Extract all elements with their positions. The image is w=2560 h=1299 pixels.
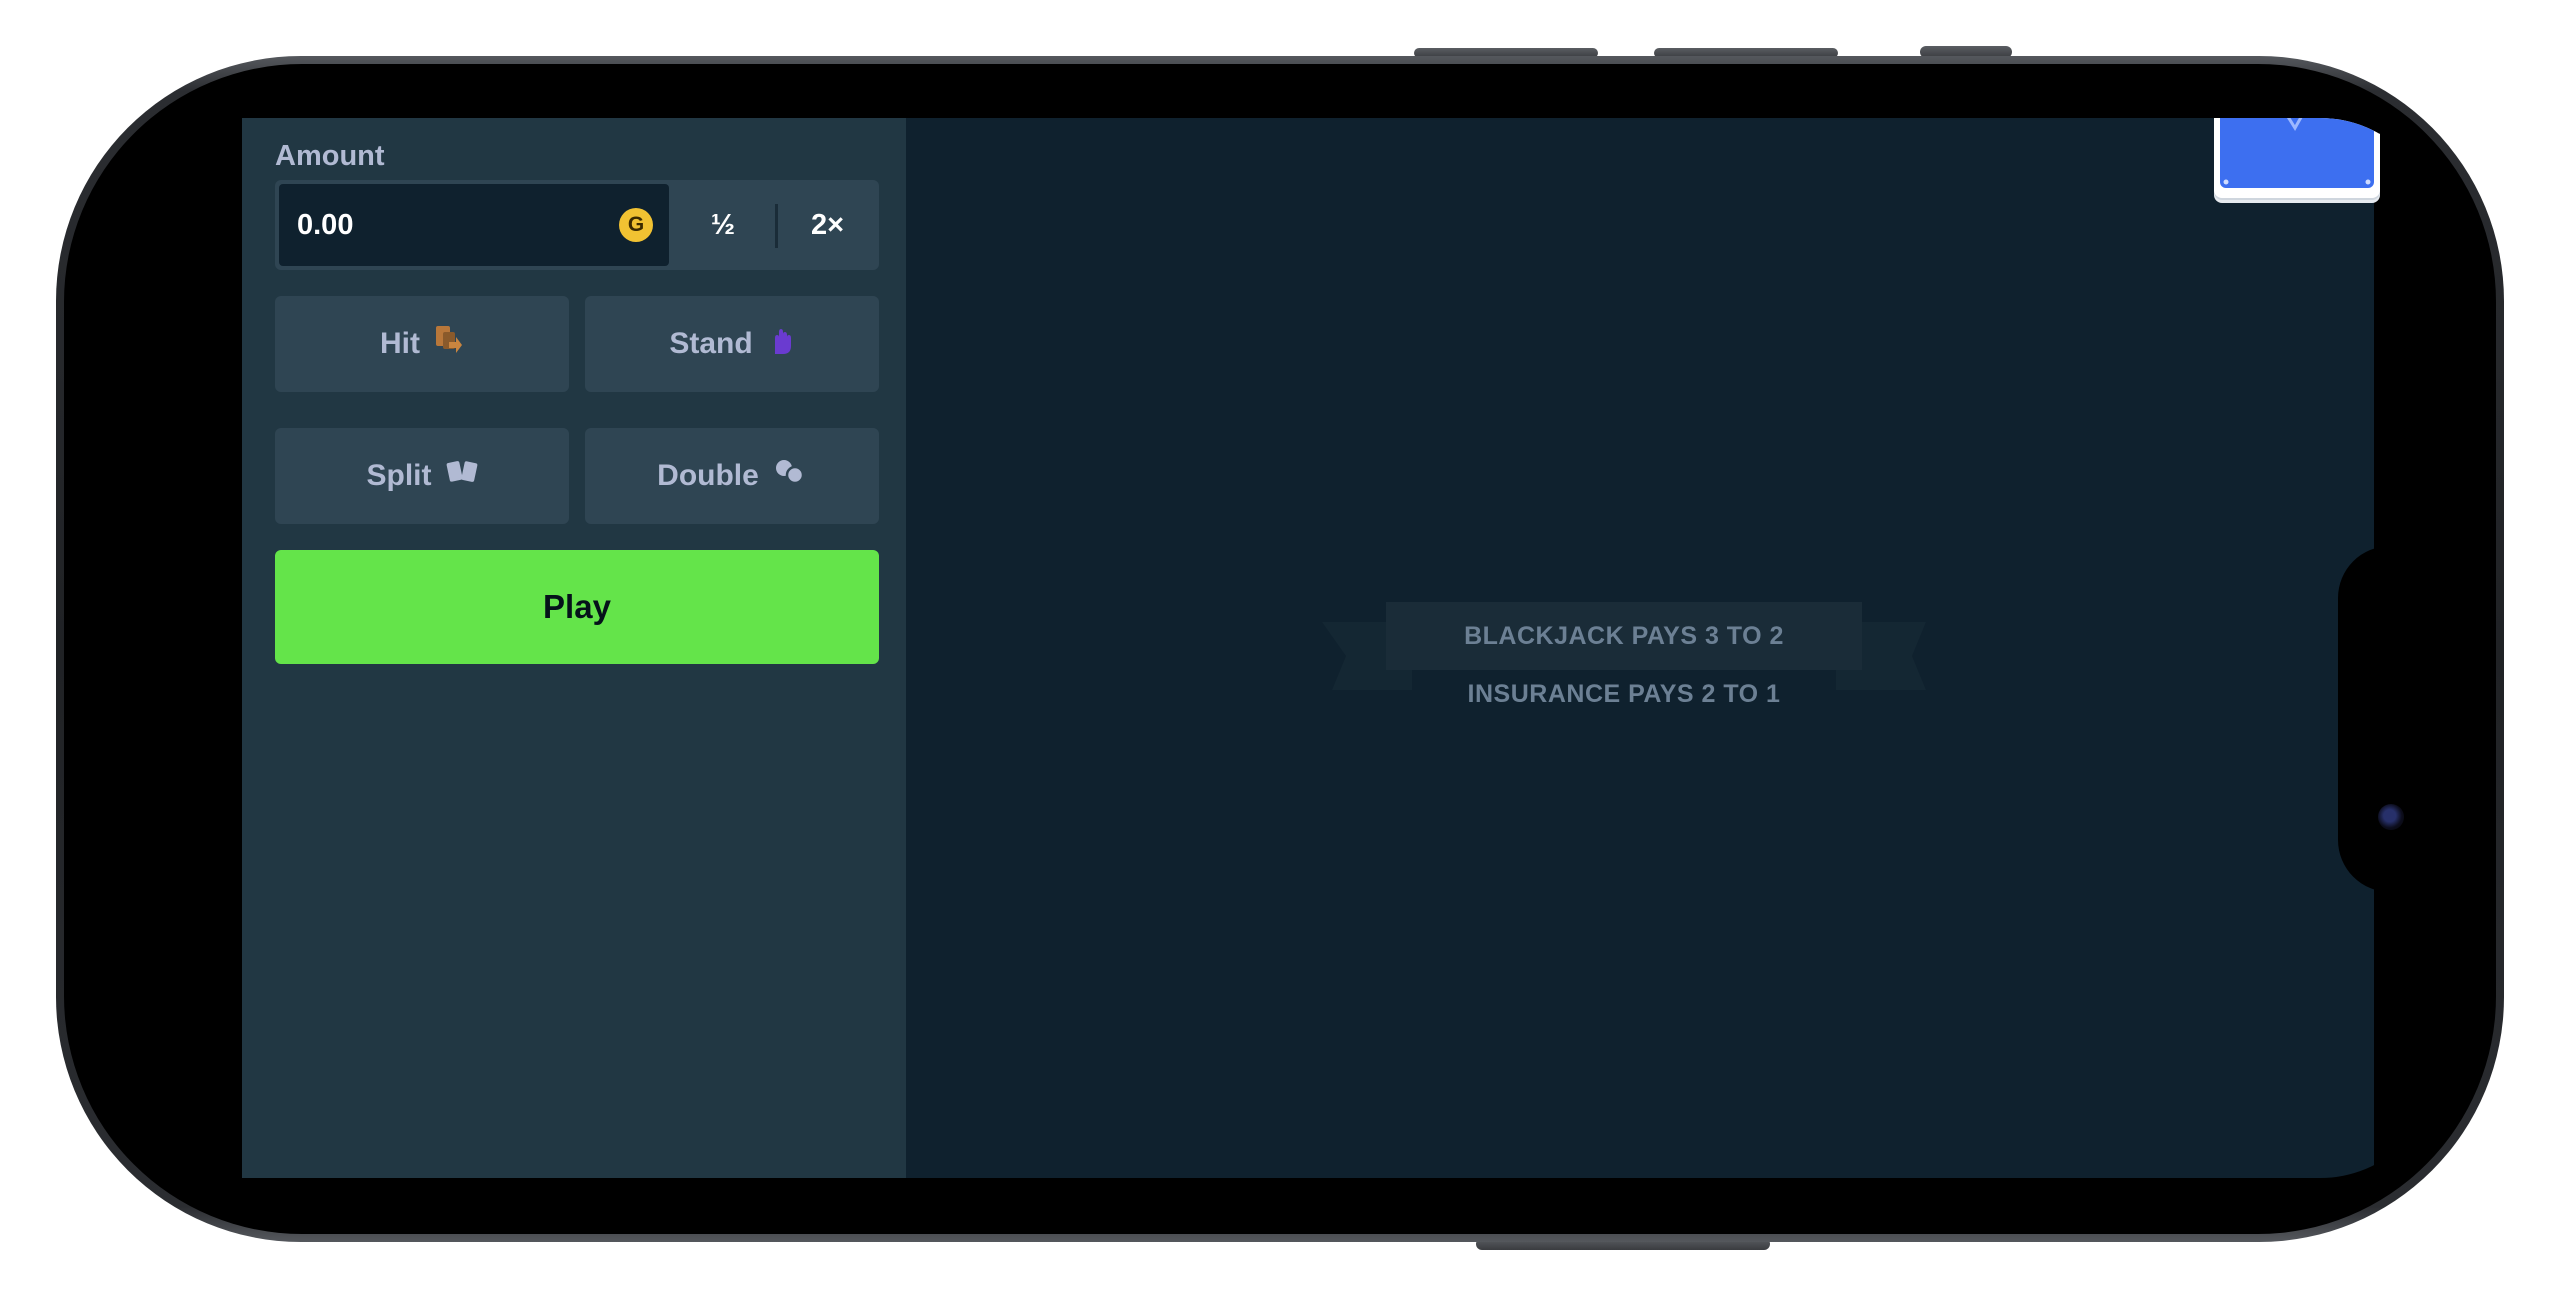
double-label: Double xyxy=(657,459,759,492)
split-label: Split xyxy=(366,459,432,492)
blackjack-payout-text: BLACKJACK PAYS 3 TO 2 xyxy=(1386,602,1862,670)
dynamic-island xyxy=(2338,546,2440,892)
phone-frame: Amount 0.00 G ½ 2× Hit Stand Split Doubl… xyxy=(56,56,2504,1242)
blackjack-app: Amount 0.00 G ½ 2× Hit Stand Split Doubl… xyxy=(242,118,2380,1178)
half-bet-button[interactable]: ½ xyxy=(673,184,773,266)
split-button[interactable]: Split xyxy=(275,428,569,524)
stand-label: Stand xyxy=(669,327,753,360)
split-icon xyxy=(446,458,478,494)
bet-sidebar: Amount 0.00 G ½ 2× Hit Stand Split Doubl… xyxy=(242,118,906,1178)
amount-value[interactable]: 0.00 xyxy=(297,184,353,266)
amount-label: Amount xyxy=(275,140,385,172)
double-bet-button[interactable]: 2× xyxy=(780,184,875,266)
insurance-payout-text: INSURANCE PAYS 2 TO 1 xyxy=(1467,680,1781,708)
amount-input[interactable]: 0.00 G xyxy=(279,184,669,266)
stand-icon xyxy=(767,324,795,364)
hit-button[interactable]: Hit xyxy=(275,296,569,392)
phone-screen: Amount 0.00 G ½ 2× Hit Stand Split Doubl… xyxy=(120,118,2440,1178)
phone-bezel: Amount 0.00 G ½ 2× Hit Stand Split Doubl… xyxy=(64,64,2496,1234)
divider xyxy=(775,204,778,248)
coin-icon: G xyxy=(619,208,653,242)
payout-ribbon: BLACKJACK PAYS 3 TO 2 INSURANCE PAYS 2 T… xyxy=(1322,602,1926,722)
double-button[interactable]: Double xyxy=(585,428,879,524)
amount-control: 0.00 G ½ 2× xyxy=(275,180,879,270)
hit-label: Hit xyxy=(380,327,420,360)
play-button[interactable]: Play xyxy=(275,550,879,664)
card-back xyxy=(2220,118,2374,188)
hit-icon xyxy=(434,324,464,364)
stand-button[interactable]: Stand xyxy=(585,296,879,392)
card-deck-icon xyxy=(2214,118,2380,198)
double-icon xyxy=(773,458,807,494)
camera-icon xyxy=(2378,804,2404,830)
